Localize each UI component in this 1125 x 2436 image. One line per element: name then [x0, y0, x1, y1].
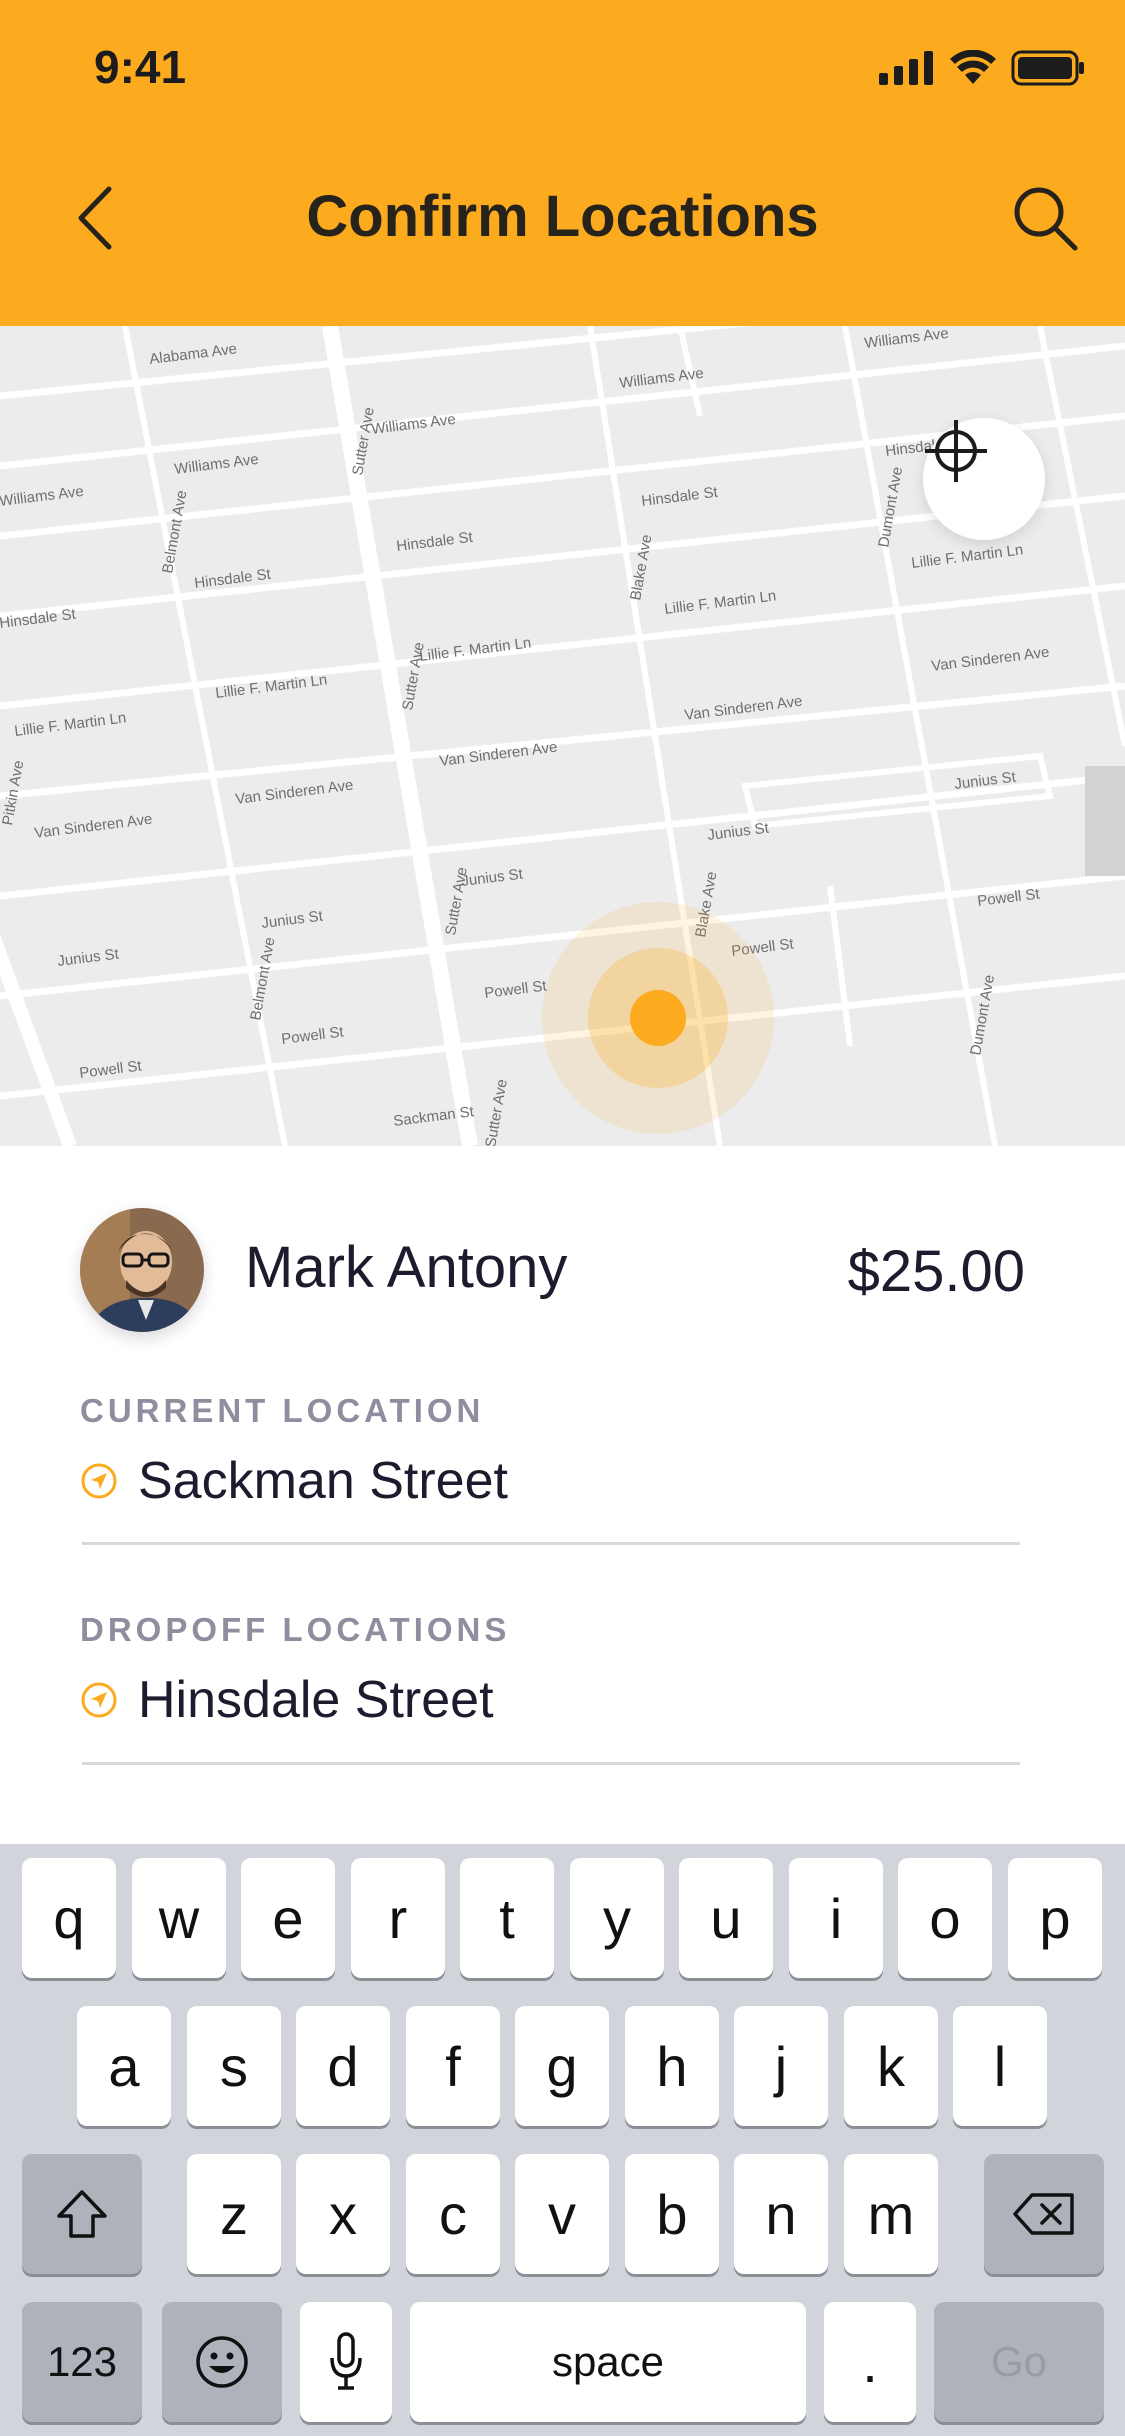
- map-street-label: Blake Ave: [627, 533, 655, 601]
- space-key[interactable]: space: [410, 2302, 806, 2422]
- key-w[interactable]: w: [132, 1858, 226, 1978]
- map-street-label: Van Sinderen Ave: [234, 777, 354, 808]
- keyboard: q w e r t y u i o p a s d f g h j k l z …: [0, 1844, 1125, 2436]
- map-street-label: Williams Ave: [863, 326, 949, 352]
- fare-amount: $25.00: [847, 1239, 1025, 1304]
- avatar: [80, 1208, 204, 1332]
- map-street-label: Hinsdale St: [395, 529, 474, 555]
- key-a[interactable]: a: [77, 2006, 171, 2126]
- map-street-label: Powell St: [280, 1023, 345, 1048]
- map-street-label: Alabama Ave: [148, 340, 238, 368]
- status-icons: [879, 48, 1085, 88]
- key-h[interactable]: h: [625, 2006, 719, 2126]
- key-e[interactable]: e: [241, 1858, 335, 1978]
- map-street-label: Lillie F. Martin Ln: [418, 634, 532, 665]
- key-d[interactable]: d: [296, 2006, 390, 2126]
- key-m[interactable]: m: [844, 2154, 938, 2274]
- battery-icon: [1011, 50, 1084, 86]
- search-button[interactable]: [1005, 178, 1085, 258]
- map-street-label: Lillie F. Martin Ln: [13, 709, 127, 740]
- map-street-label: Sutter Ave: [399, 641, 428, 712]
- numbers-key[interactable]: 123: [22, 2302, 142, 2422]
- key-b[interactable]: b: [625, 2154, 719, 2274]
- period-key[interactable]: .: [824, 2302, 916, 2422]
- divider: [82, 1762, 1020, 1765]
- shift-icon: [57, 2190, 107, 2238]
- dropoff-location-label: DROPOFF LOCATIONS: [80, 1611, 511, 1648]
- current-location-field[interactable]: Sackman Street: [80, 1446, 508, 1516]
- go-key[interactable]: Go: [934, 2302, 1104, 2422]
- ride-card: Mark Antony $25.00 CURRENT LOCATION Sack…: [0, 1146, 1125, 1844]
- crosshair-icon: [925, 420, 987, 482]
- map-street-label: Williams Ave: [0, 483, 85, 510]
- go-key-label: Go: [990, 2338, 1048, 2385]
- key-l[interactable]: l: [953, 2006, 1047, 2126]
- key-x[interactable]: x: [296, 2154, 390, 2274]
- current-location-label: CURRENT LOCATION: [80, 1392, 485, 1429]
- divider: [82, 1542, 1020, 1545]
- microphone-icon: [330, 2332, 362, 2390]
- key-i[interactable]: i: [789, 1858, 883, 1978]
- navigation-arrow-icon: [81, 1682, 117, 1718]
- key-u[interactable]: u: [679, 1858, 773, 1978]
- map-street-label: Van Sinderen Ave: [438, 739, 558, 770]
- space-key-label: space: [551, 2338, 665, 2385]
- backspace-icon: [1013, 2193, 1074, 2235]
- location-pin: [542, 902, 774, 1134]
- key-o[interactable]: o: [898, 1858, 992, 1978]
- key-g[interactable]: g: [515, 2006, 609, 2126]
- key-f[interactable]: f: [406, 2006, 500, 2126]
- key-j[interactable]: j: [734, 2006, 828, 2126]
- map-street-label: Williams Ave: [370, 411, 456, 438]
- key-s[interactable]: s: [187, 2006, 281, 2126]
- search-icon: [1014, 187, 1078, 251]
- dropoff-location-value: Hinsdale Street: [138, 1671, 494, 1729]
- key-v[interactable]: v: [515, 2154, 609, 2274]
- key-q[interactable]: q: [22, 1858, 116, 1978]
- map-street-label: Hinsdale St: [0, 606, 77, 632]
- map-street-label: Powell St: [483, 977, 548, 1002]
- map-street-label: Williams Ave: [173, 451, 259, 478]
- map-street-label: Sutter Ave: [482, 1078, 511, 1146]
- key-c[interactable]: c: [406, 2154, 500, 2274]
- wifi-icon: [950, 50, 996, 84]
- map-street-label: Junius St: [260, 907, 324, 931]
- recenter-button[interactable]: [923, 418, 1045, 540]
- map-street-label: Van Sinderen Ave: [930, 644, 1050, 675]
- map-street-label: Junius St: [706, 819, 770, 843]
- map-street-label: Sutter Ave: [442, 866, 471, 937]
- key-n[interactable]: n: [734, 2154, 828, 2274]
- map-street-label: Lillie F. Martin Ln: [663, 587, 777, 618]
- map-street-label: Junius St: [56, 945, 120, 969]
- numbers-key-label: 123: [46, 2338, 118, 2385]
- emoji-key[interactable]: [162, 2302, 282, 2422]
- signal-icon: [879, 51, 933, 85]
- status-time: 9:41: [94, 41, 187, 93]
- key-z[interactable]: z: [187, 2154, 281, 2274]
- delete-key[interactable]: [984, 2154, 1104, 2274]
- rider-name: Mark Antony: [245, 1235, 568, 1300]
- key-t[interactable]: t: [460, 1858, 554, 1978]
- key-k[interactable]: k: [844, 2006, 938, 2126]
- map-view[interactable]: Alabama Ave Williams Ave Williams Ave Wi…: [0, 326, 1125, 1146]
- current-location-value: Sackman Street: [138, 1452, 508, 1510]
- dictation-key[interactable]: [300, 2302, 392, 2422]
- map-street-label: Van Sinderen Ave: [33, 811, 153, 842]
- key-r[interactable]: r: [351, 1858, 445, 1978]
- page-title: Confirm Locations: [306, 184, 819, 249]
- navigation-arrow-icon: [81, 1463, 117, 1499]
- dropoff-location-field[interactable]: Hinsdale Street: [80, 1665, 494, 1735]
- avatar-image: [80, 1208, 204, 1332]
- emoji-icon: [196, 2336, 248, 2388]
- key-y[interactable]: y: [570, 1858, 664, 1978]
- map-street-label: Lillie F. Martin Ln: [910, 541, 1024, 572]
- map-street-label: Hinsdale St: [640, 484, 719, 510]
- shift-key[interactable]: [22, 2154, 142, 2274]
- header-bar: 9:41 Confirm Locations: [0, 0, 1125, 326]
- key-p[interactable]: p: [1008, 1858, 1102, 1978]
